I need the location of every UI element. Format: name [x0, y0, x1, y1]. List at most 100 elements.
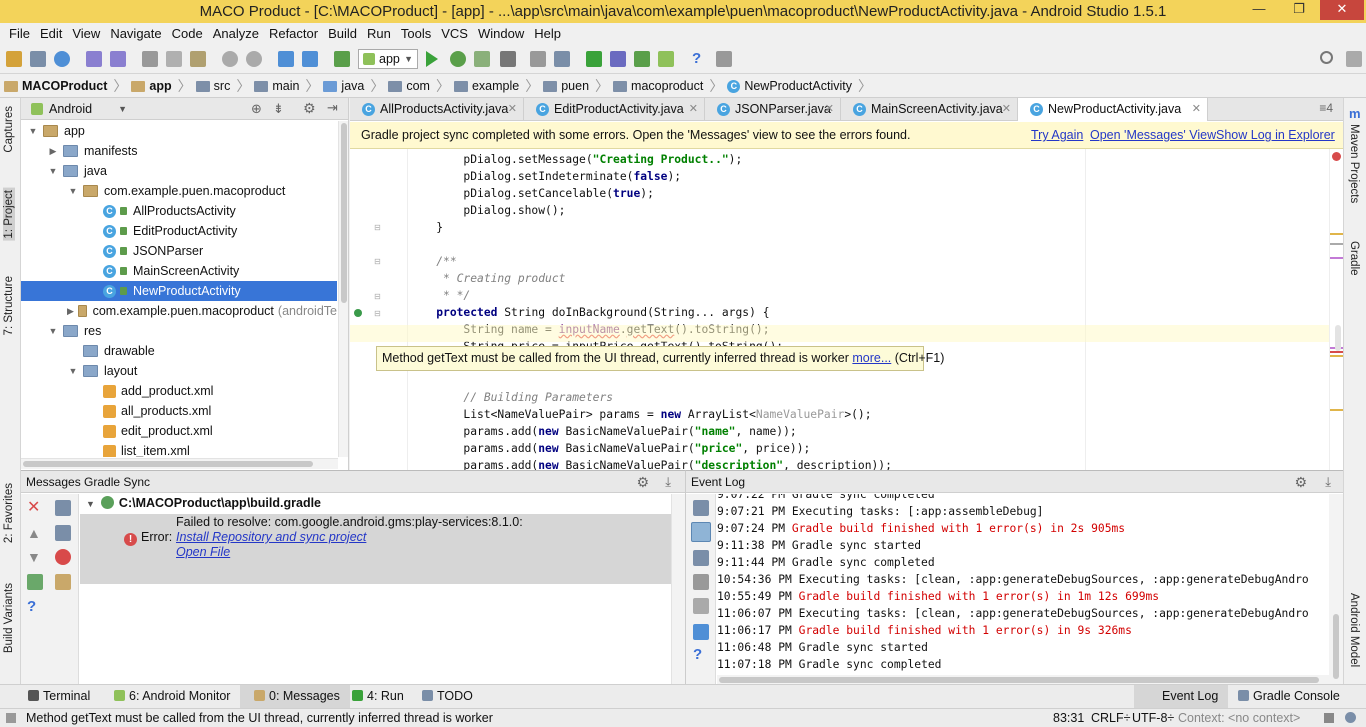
build-variants-tab[interactable]: Build Variants [3, 583, 15, 653]
code-line[interactable]: /** [409, 253, 456, 270]
print-icon[interactable] [693, 598, 709, 614]
open-file-link[interactable]: Open File [176, 545, 230, 559]
tree-item[interactable]: edit_product.xml [21, 421, 337, 441]
expand-all-icon[interactable] [55, 500, 71, 516]
chevron-down-icon[interactable]: ▼ [67, 181, 79, 201]
close-tab-icon[interactable]: ✕ [825, 98, 834, 121]
code-line[interactable]: pDialog.setIndeterminate(false); [409, 168, 681, 185]
show-log-link[interactable]: Show Log in Explorer [1216, 122, 1335, 149]
help-icon[interactable]: ? [693, 647, 709, 663]
menu-view[interactable]: View [67, 26, 105, 41]
menu-build[interactable]: Build [323, 26, 362, 41]
chevron-down-icon[interactable]: ▼ [67, 361, 79, 381]
code-line[interactable]: // Building Parameters [409, 389, 613, 406]
open-messages-link[interactable]: Open 'Messages' View [1090, 122, 1216, 149]
scrollbar-thumb[interactable] [719, 677, 1319, 683]
horizontal-scrollbar[interactable] [21, 458, 338, 469]
chevron-down-icon[interactable]: ▼ [27, 121, 39, 141]
tree-item[interactable]: all_products.xml [21, 401, 337, 421]
paste-icon[interactable] [190, 51, 206, 67]
open-folder-icon[interactable] [6, 51, 22, 67]
message-error-row[interactable]: ! Error: Failed to resolve: com.google.a… [80, 514, 685, 584]
fold-marker-icon[interactable]: ⊟ [374, 309, 381, 318]
forward-icon[interactable] [302, 51, 318, 67]
make-project-icon[interactable] [334, 51, 350, 67]
redo-icon[interactable] [110, 51, 126, 67]
find-icon[interactable] [222, 51, 238, 67]
sdk-manager-icon[interactable] [634, 51, 650, 67]
tree-item[interactable]: ▶ com.example.puen.macoproduct (androidTe [21, 301, 337, 321]
fold-marker-icon[interactable]: ⊟ [374, 257, 381, 266]
gear-icon[interactable]: ⚙ [303, 100, 316, 117]
tree-item[interactable]: list_item.xml [21, 441, 337, 457]
scrollbar-thumb[interactable] [1335, 325, 1341, 351]
tree-item[interactable]: C JSONParser [21, 241, 337, 261]
project-view-select[interactable]: Android ▼ [27, 100, 127, 118]
fold-marker-icon[interactable]: ⊟ [374, 223, 381, 232]
tree-item[interactable]: ▼ java [21, 161, 337, 181]
help-icon[interactable]: ? [27, 599, 43, 615]
scroll-from-source-icon[interactable]: ⊕ [251, 101, 262, 117]
todo-tab[interactable]: TODO [422, 685, 473, 708]
menu-analyze[interactable]: Analyze [208, 26, 264, 41]
line-separator-select[interactable]: CRLF÷ [1091, 709, 1131, 727]
chevron-right-icon[interactable]: ▶ [67, 301, 74, 321]
breadcrumb-item[interactable]: MACOProduct 〉 [4, 76, 127, 96]
hide-panel-icon[interactable]: ⤓ [665, 471, 671, 493]
tree-item[interactable]: ▶ manifests [21, 141, 337, 161]
lock-icon[interactable] [1324, 713, 1334, 723]
run-tab[interactable]: 4: Run [352, 685, 404, 708]
breadcrumb-item[interactable]: example 〉 [453, 76, 539, 96]
breadcrumb-item[interactable]: C NewProductActivity 〉 [727, 76, 872, 96]
filter-errors-icon[interactable] [55, 549, 71, 565]
previous-message-icon[interactable]: ▲ [27, 525, 43, 541]
stop-icon[interactable] [500, 51, 516, 67]
chevron-down-icon[interactable]: ▼ [47, 161, 59, 181]
maximize-button[interactable]: ❐ [1284, 0, 1314, 20]
settings-icon[interactable] [693, 500, 709, 516]
scrollbar-thumb[interactable] [23, 461, 313, 467]
scroll-to-end-icon[interactable] [55, 574, 71, 590]
chevron-right-icon[interactable]: ▶ [47, 141, 59, 161]
breadcrumb-item[interactable]: main 〉 [254, 76, 319, 96]
close-tab-icon[interactable]: ✕ [1002, 98, 1011, 121]
code-line[interactable]: pDialog.setCancelable(true); [409, 185, 653, 202]
tips-icon[interactable] [716, 51, 732, 67]
hector-icon[interactable] [1345, 712, 1356, 723]
soft-wrap-icon[interactable] [693, 550, 709, 566]
project-tab[interactable]: 1: Project [3, 188, 15, 241]
error-mark[interactable] [1330, 351, 1343, 353]
undo-icon[interactable] [86, 51, 102, 67]
captures-tab[interactable]: Captures [3, 106, 15, 153]
cut-icon[interactable] [142, 51, 158, 67]
close-window-button[interactable]: ✕ [1320, 0, 1364, 20]
mark-all-read-icon[interactable] [691, 522, 711, 542]
scroll-to-end-icon[interactable] [693, 574, 709, 590]
structure-tab[interactable]: 7: Structure [3, 276, 15, 335]
search-everywhere-icon[interactable] [1320, 51, 1333, 64]
terminal-tab[interactable]: Terminal [28, 685, 90, 708]
ide-event-icon[interactable] [1346, 51, 1362, 67]
event-log-tab[interactable]: Event Log [1134, 685, 1229, 708]
close-messages-icon[interactable]: ✕ [27, 500, 43, 516]
encoding-select[interactable]: UTF-8÷ [1132, 709, 1174, 727]
mark[interactable] [1330, 257, 1343, 259]
install-repository-link[interactable]: Install Repository and sync project [176, 530, 366, 544]
tree-item[interactable]: drawable [21, 341, 337, 361]
gradle-console-tab[interactable]: Gradle Console [1238, 685, 1340, 708]
android-model-tab[interactable]: Android Model [1348, 593, 1360, 667]
copy-icon[interactable] [166, 51, 182, 67]
replace-icon[interactable] [246, 51, 262, 67]
try-again-link[interactable]: Try Again [1031, 122, 1083, 149]
chevron-down-icon[interactable]: ▼ [47, 321, 59, 341]
tab-newproductactivity[interactable]: C NewProductActivity.java ✕ [1018, 98, 1208, 121]
collapse-all-icon[interactable]: ⇟ [273, 101, 284, 117]
code-line[interactable]: params.add(new BasicNameValuePair("name"… [409, 423, 796, 440]
gradle-tab[interactable]: Gradle [1348, 241, 1360, 276]
minimize-button[interactable]: — [1244, 0, 1274, 20]
fold-marker-icon[interactable]: ⊟ [374, 292, 381, 301]
maven-projects-tab[interactable]: Maven Projects [1348, 124, 1360, 203]
menu-help[interactable]: Help [529, 26, 566, 41]
menu-vcs[interactable]: VCS [436, 26, 473, 41]
code-line[interactable]: pDialog.show(); [409, 202, 565, 219]
